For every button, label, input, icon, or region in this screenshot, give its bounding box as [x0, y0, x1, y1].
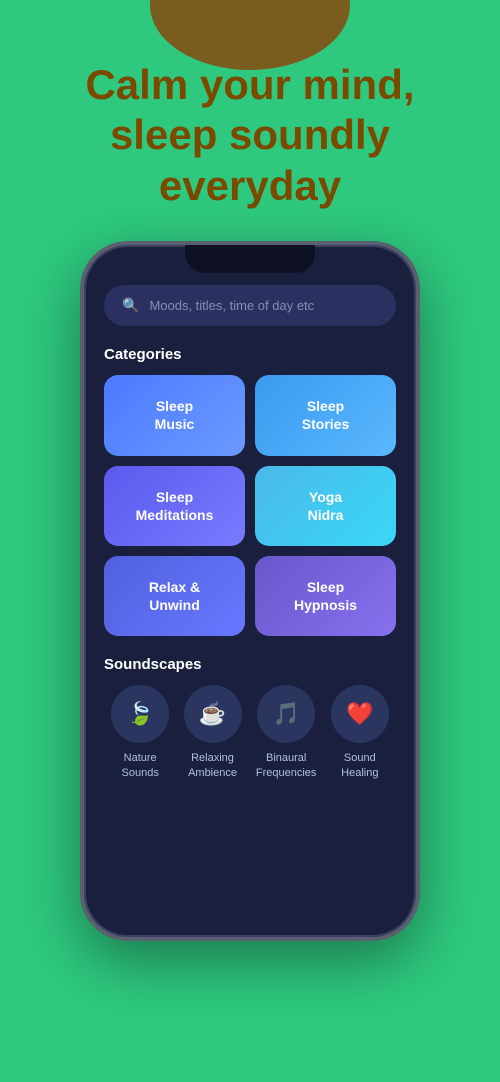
category-relax-unwind-label: Relax &Unwind [149, 578, 200, 614]
category-sleep-hypnosis[interactable]: SleepHypnosis [255, 556, 396, 636]
binaural-frequencies-label: BinauralFrequencies [256, 751, 317, 780]
phone-notch [185, 245, 315, 273]
category-sleep-meditations-label: SleepMeditations [136, 488, 214, 524]
soundscapes-row: 🍃 NatureSounds ☕ RelaxingAmbience 🎵 Bina… [104, 685, 396, 780]
binaural-frequencies-icon: 🎵 [257, 685, 315, 743]
phone-button-left-2 [80, 385, 82, 430]
category-yoga-nidra[interactable]: YogaNidra [255, 466, 396, 546]
category-yoga-nidra-label: YogaNidra [308, 488, 344, 524]
category-sleep-meditations[interactable]: SleepMeditations [104, 466, 245, 546]
search-bar[interactable]: 🔍 Moods, titles, time of day etc [104, 285, 396, 326]
category-sleep-music[interactable]: SleepMusic [104, 375, 245, 455]
soundscape-sound-healing[interactable]: ❤️ SoundHealing [331, 685, 389, 780]
soundscapes-section: Soundscapes 🍃 NatureSounds ☕ RelaxingAmb… [104, 656, 396, 780]
phone-button-right [418, 365, 420, 425]
categories-label: Categories [104, 346, 396, 363]
category-sleep-stories[interactable]: SleepStories [255, 375, 396, 455]
category-relax-unwind[interactable]: Relax &Unwind [104, 556, 245, 636]
phone-button-left-3 [80, 440, 82, 485]
sound-healing-label: SoundHealing [341, 751, 378, 780]
category-sleep-hypnosis-label: SleepHypnosis [294, 578, 357, 614]
category-sleep-stories-label: SleepStories [302, 397, 349, 433]
relaxing-ambience-label: RelaxingAmbience [188, 751, 237, 780]
search-placeholder-text: Moods, titles, time of day etc [149, 298, 314, 313]
phone-button-left-1 [80, 345, 82, 373]
categories-grid: SleepMusic SleepStories SleepMeditations… [104, 375, 396, 636]
phone-frame: 🔍 Moods, titles, time of day etc Categor… [80, 241, 420, 941]
soundscapes-label: Soundscapes [104, 656, 396, 673]
hero-section: Calm your mind, sleep soundly everyday [0, 0, 500, 241]
soundscape-binaural-frequencies[interactable]: 🎵 BinauralFrequencies [256, 685, 317, 780]
soundscape-relaxing-ambience[interactable]: ☕ RelaxingAmbience [184, 685, 242, 780]
nature-sounds-icon: 🍃 [111, 685, 169, 743]
relaxing-ambience-icon: ☕ [184, 685, 242, 743]
sound-healing-icon: ❤️ [331, 685, 389, 743]
search-icon: 🔍 [122, 297, 139, 314]
soundscape-nature-sounds[interactable]: 🍃 NatureSounds [111, 685, 169, 780]
hero-title: Calm your mind, sleep soundly everyday [40, 60, 460, 211]
category-sleep-music-label: SleepMusic [155, 397, 195, 433]
phone-screen: 🔍 Moods, titles, time of day etc Categor… [84, 245, 416, 937]
phone-wrapper: 🔍 Moods, titles, time of day etc Categor… [0, 241, 500, 941]
nature-sounds-label: NatureSounds [122, 751, 159, 780]
